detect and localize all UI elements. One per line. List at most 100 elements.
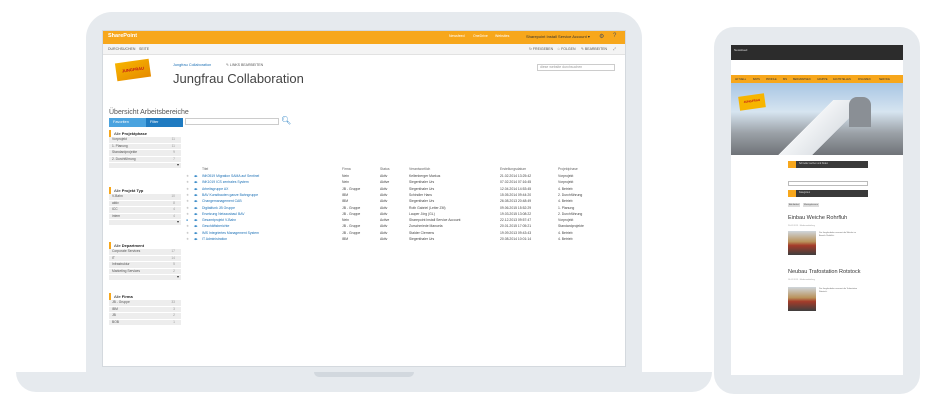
- refiner-item[interactable]: intern 4: [109, 213, 181, 221]
- tab-favoriten[interactable]: Favoriten: [109, 118, 146, 127]
- cell-titel[interactable]: BAV Kunstbauten ganze Bahngruppe: [202, 193, 258, 197]
- refiner-item[interactable]: IBM 3: [109, 306, 181, 314]
- refiner-expand[interactable]: ▾: [109, 219, 181, 226]
- share-button[interactable]: ↻ FREIGEBEN: [529, 47, 553, 51]
- favorite-icon[interactable]: ★: [186, 199, 189, 203]
- cell-titel[interactable]: INK0519 Migration SAMA auf Sentinel: [202, 174, 259, 178]
- refiner-item[interactable]: IT 14: [109, 255, 181, 263]
- sync-icon[interactable]: ◂▸: [194, 187, 197, 191]
- refiner-item[interactable]: 2. Durchführung 7: [109, 156, 181, 164]
- refiner-item[interactable]: ICC 4: [109, 207, 181, 214]
- column-header-firma[interactable]: Firma: [342, 167, 351, 171]
- cell-titel[interactable]: Ersetzung Netzausbaul BAV: [202, 212, 245, 216]
- sync-icon[interactable]: ◂▸: [194, 224, 197, 228]
- refiner-item[interactable]: Standardprojekte 9: [109, 150, 181, 157]
- tab-filter[interactable]: Filter: [146, 118, 183, 127]
- column-header-erstellungsdatum[interactable]: Erstellungsdatum: [500, 167, 526, 171]
- refiner-item[interactable]: JB 2: [109, 313, 181, 320]
- refiner-item[interactable]: BOB 1: [109, 319, 181, 327]
- article-image[interactable]: [788, 231, 816, 255]
- tablet-search-input[interactable]: [788, 181, 868, 186]
- article-title[interactable]: Einbau Weiche Rohrfluh: [788, 215, 847, 221]
- nav-item[interactable]: FACHSTELLEN: [833, 78, 851, 81]
- table-row[interactable]: ★ ◂▸ IT Administration IBM Aktiv Siegenthaler…: [186, 237, 606, 243]
- user-menu[interactable]: Sharepoint Install Service Account ▾: [526, 34, 590, 39]
- refiner-header[interactable]: Alle Firma: [109, 293, 181, 300]
- ribbon-tab-browse[interactable]: DURCHSUCHEN: [108, 47, 135, 51]
- favorite-icon[interactable]: ★: [186, 206, 189, 210]
- column-header-verantwortlich[interactable]: Verantwortlich: [409, 167, 430, 171]
- refiner-item[interactable]: Corporate Services 17: [109, 249, 181, 256]
- breadcrumb[interactable]: Jungfrau Collaboration: [173, 63, 211, 67]
- sync-icon[interactable]: ◂▸: [194, 199, 197, 203]
- workspace-search-input[interactable]: [185, 118, 279, 125]
- sync-icon[interactable]: ◂▸: [194, 180, 197, 184]
- suite-link-websites[interactable]: Websites: [495, 34, 509, 38]
- refiner-expand[interactable]: ▾: [109, 162, 181, 169]
- sync-icon[interactable]: ◂▸: [194, 218, 197, 222]
- refiner-item[interactable]: V-Bahn 10: [109, 194, 181, 201]
- ribbon-tab-page[interactable]: SEITE: [139, 47, 149, 51]
- favorite-icon[interactable]: ★: [186, 180, 189, 184]
- favorite-icon[interactable]: ★: [186, 174, 189, 178]
- sync-icon[interactable]: ◂▸: [194, 231, 197, 235]
- site-search-input[interactable]: diese website durchsuchen: [537, 64, 615, 71]
- follow-button[interactable]: ☆ FOLGEN: [557, 47, 576, 51]
- nav-item[interactable]: BERGBAHNEN: [793, 78, 811, 81]
- favorite-icon[interactable]: ★: [186, 187, 189, 191]
- nav-item[interactable]: PROFILE: [766, 78, 777, 81]
- gear-icon[interactable]: ⚙: [599, 33, 604, 40]
- favorite-icon[interactable]: ●: [186, 218, 188, 222]
- sharepoint-brand[interactable]: SharePoint: [108, 33, 137, 39]
- edit-button[interactable]: ✎ BEARBEITEN: [581, 47, 607, 51]
- article-title[interactable]: Neubau Trafostation Rotstock: [788, 269, 860, 275]
- favorite-icon[interactable]: ★: [186, 237, 189, 241]
- refiner-item[interactable]: 1. Planung 11: [109, 143, 181, 151]
- cell-titel[interactable]: IMS Integriertes Management System: [202, 231, 259, 235]
- refiner-item[interactable]: Vorprojekt 11: [109, 137, 181, 144]
- sync-icon[interactable]: ◂▸: [194, 206, 197, 210]
- chevron-down-icon[interactable]: ▾: [177, 274, 179, 279]
- cell-titel[interactable]: Geschäftsberichte: [202, 224, 229, 228]
- nav-item[interactable]: AKTUELL: [735, 78, 746, 81]
- jungfrau-logo[interactable]: JUNGFRAU: [114, 58, 152, 82]
- nav-item[interactable]: BAHN: [753, 78, 760, 81]
- sync-icon[interactable]: ◂▸: [194, 193, 197, 197]
- cell-titel[interactable]: Arbeitsgruppe AX: [202, 187, 228, 191]
- all-articles-button[interactable]: Alle Artikel: [788, 203, 801, 207]
- nav-item[interactable]: SERVICE: [879, 78, 890, 81]
- sync-icon[interactable]: ◂▸: [194, 212, 197, 216]
- refiner-item[interactable]: Infrastruktur 5: [109, 262, 181, 269]
- favorite-icon[interactable]: ★: [186, 231, 189, 235]
- edit-links-button[interactable]: ✎ LINKS BEARBEITEN: [226, 63, 263, 67]
- refiner-item[interactable]: Marketing Services 2: [109, 268, 181, 276]
- suite-link-newsfeed[interactable]: Newsfeed: [449, 34, 465, 38]
- sync-icon[interactable]: ◂▸: [194, 174, 197, 178]
- cell-titel[interactable]: Gesamtprojekt V-Bahn: [202, 218, 236, 222]
- chevron-down-icon[interactable]: ▾: [177, 162, 179, 167]
- tablet-topbar-label[interactable]: Newsfeed: [734, 48, 747, 52]
- nav-item[interactable]: FINANZEN: [858, 78, 871, 81]
- article-image[interactable]: [788, 287, 816, 311]
- column-header-projektphase[interactable]: Projektphase: [558, 167, 578, 171]
- column-header-status[interactable]: Status: [380, 167, 390, 171]
- nav-item[interactable]: BIS: [783, 78, 787, 81]
- refiner-header[interactable]: Alle Projektphase: [109, 130, 181, 137]
- column-header-titel[interactable]: Titel: [202, 167, 208, 171]
- favorite-icon[interactable]: ★: [186, 224, 189, 228]
- focus-icon[interactable]: ⤢: [613, 47, 616, 51]
- refiner-expand[interactable]: ▾: [109, 274, 181, 281]
- cell-titel[interactable]: INK1019 ICS zentrales System: [202, 180, 249, 184]
- refiner-item[interactable]: JB - Gruppe 33: [109, 300, 181, 307]
- favorite-icon[interactable]: ★: [186, 193, 189, 197]
- refiner-header[interactable]: Alle Projekt Typ: [109, 187, 181, 194]
- sync-icon[interactable]: ◂▸: [194, 237, 197, 241]
- cell-titel[interactable]: Digitalfunk JB Gruppe: [202, 206, 235, 210]
- help-icon[interactable]: ?: [613, 33, 616, 39]
- cell-titel[interactable]: IT Administration: [202, 237, 227, 241]
- suite-link-onedrive[interactable]: OneDrive: [473, 34, 488, 38]
- favorite-icon[interactable]: ★: [186, 212, 189, 216]
- nav-item[interactable]: GRUPPE: [817, 78, 828, 81]
- cell-titel[interactable]: Changemanagement CAB: [202, 199, 242, 203]
- search-icon[interactable]: 🔍︎: [281, 116, 291, 125]
